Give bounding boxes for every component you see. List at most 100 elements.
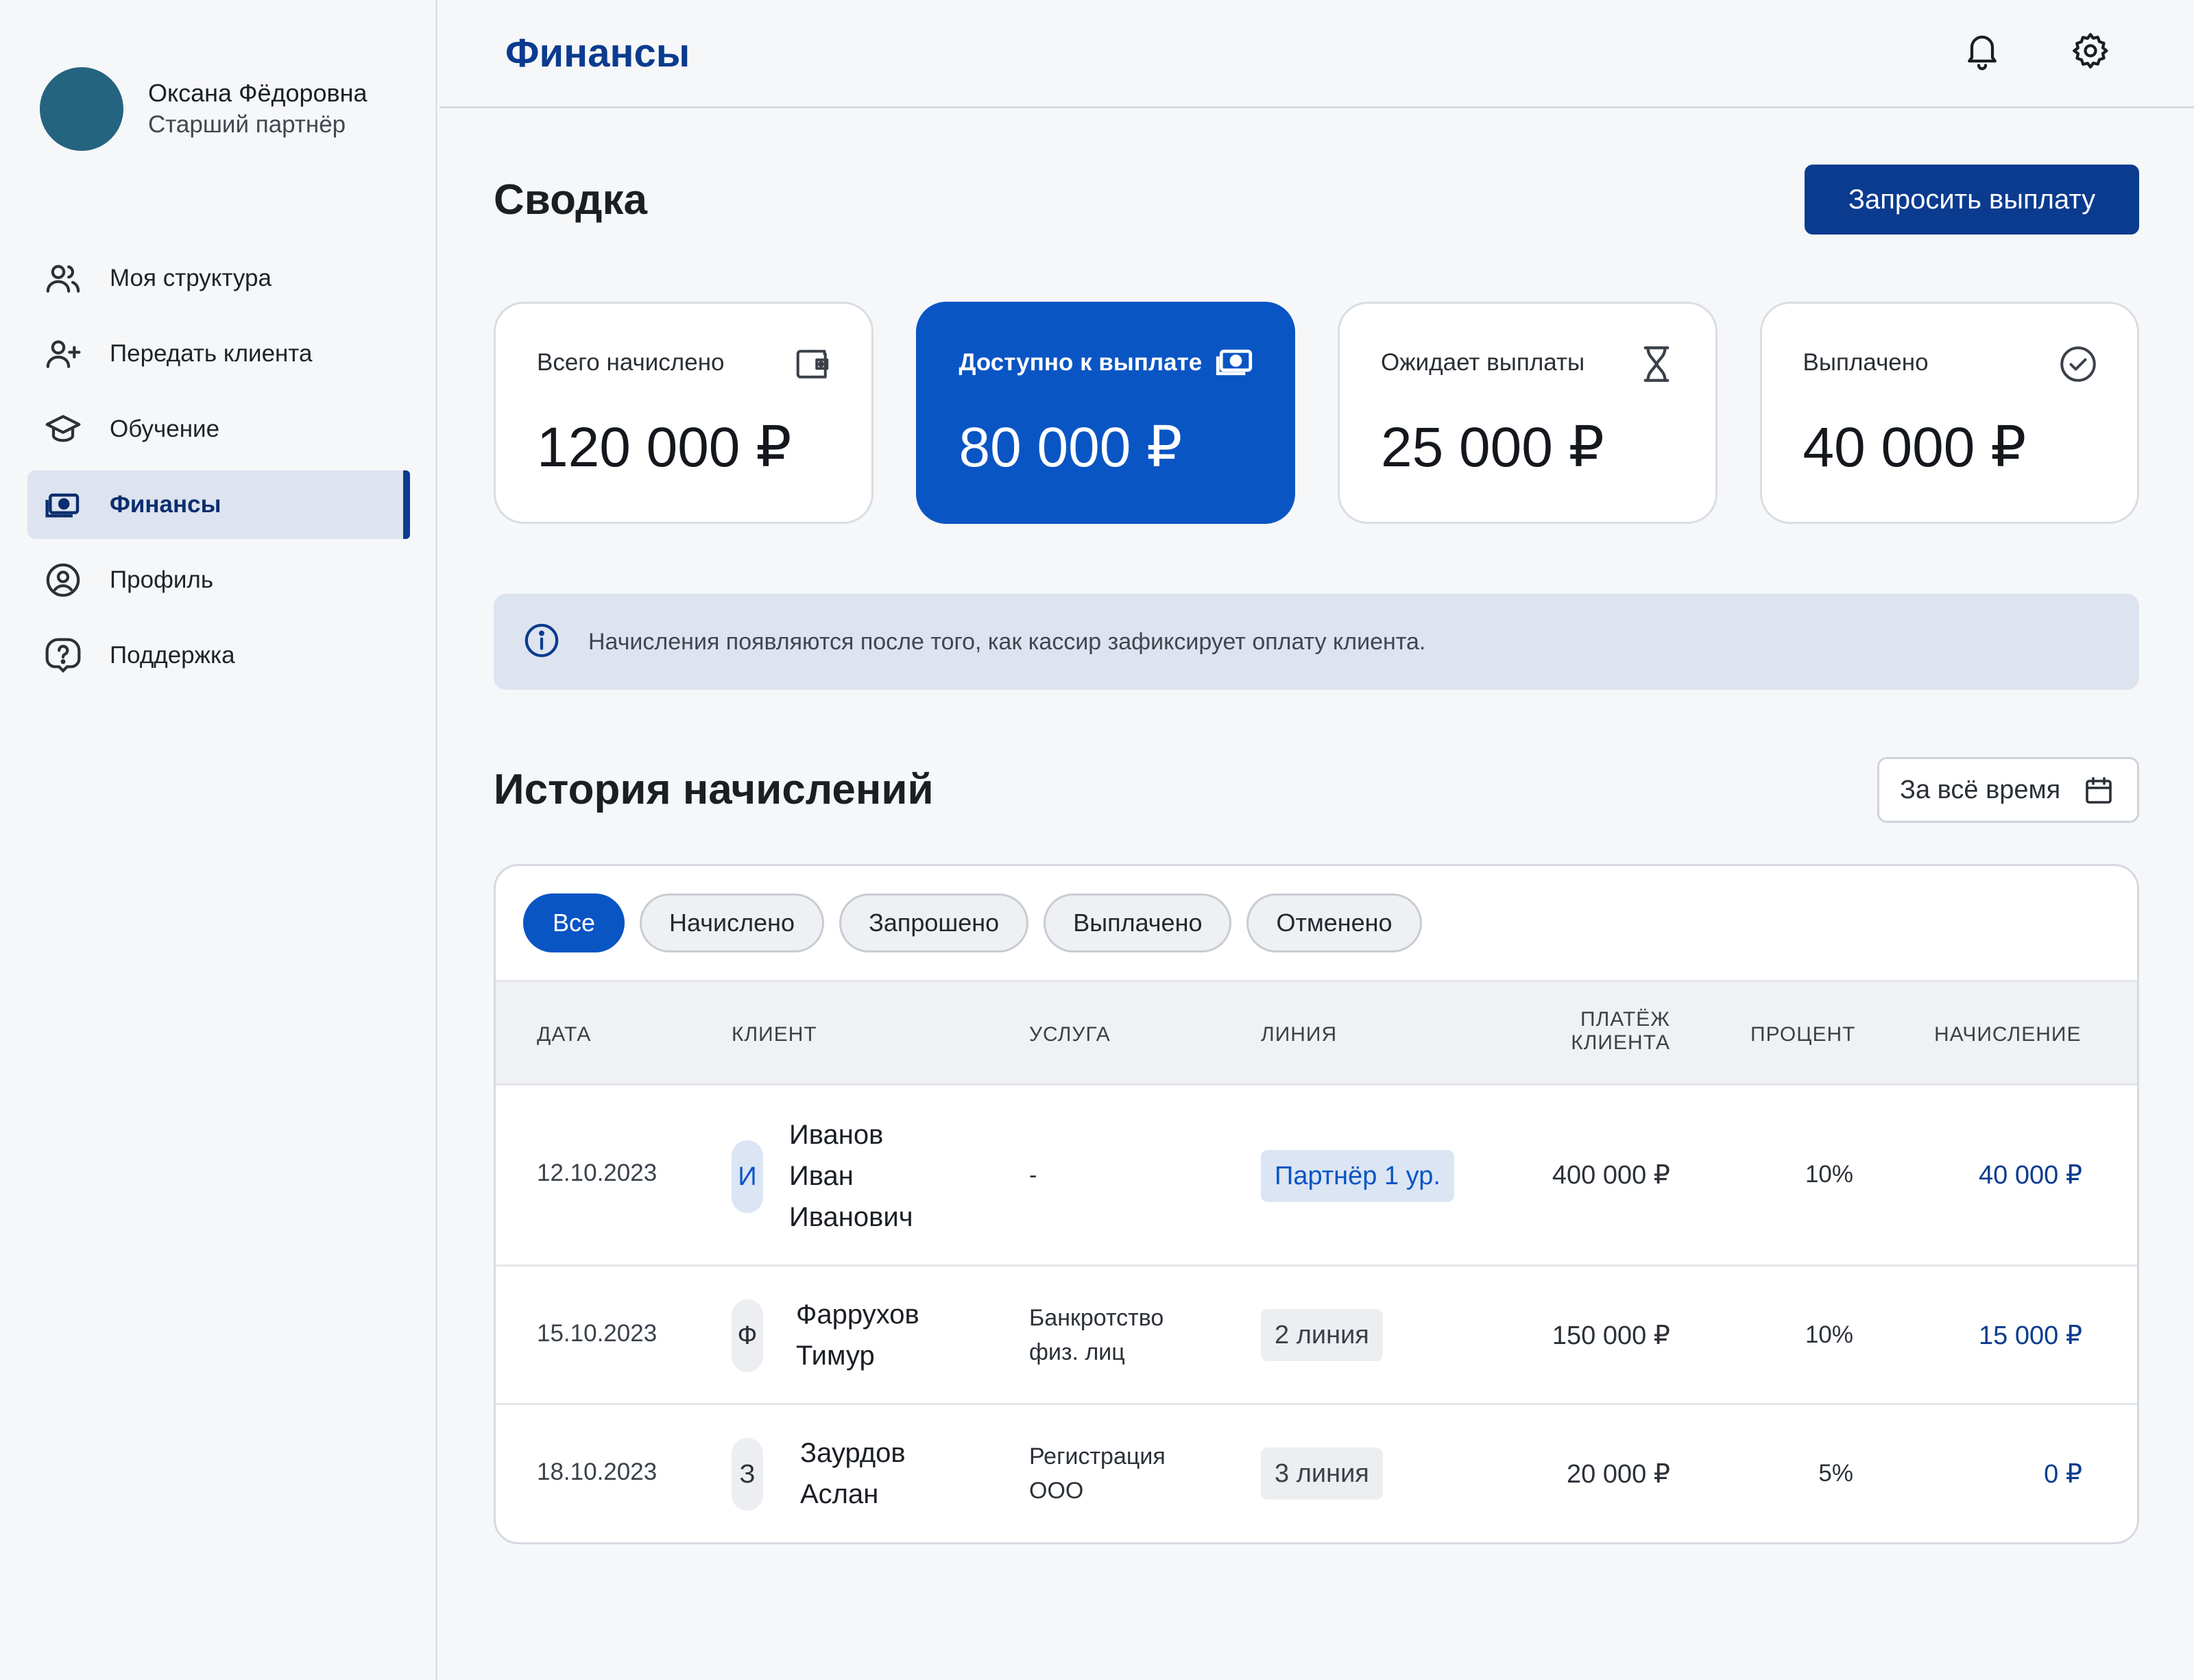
sidebar-item-label: Обучение [110,416,220,442]
column-client-payment[interactable]: ПЛАТЁЖ КЛИЕНТА [1571,1008,1670,1055]
card-label: Выплачено [1803,349,1929,376]
filter-paid[interactable]: Выплачено [1044,893,1232,952]
line-tag: 2 линия [1261,1309,1383,1361]
sidebar-item-profile[interactable]: Профиль [27,546,410,614]
sidebar-item-transfer-client[interactable]: Передать клиента [27,320,410,388]
row-service-line: Регистрация [1029,1443,1166,1469]
row-payment: 20 000 ₽ [1567,1460,1670,1489]
card-paid-out: Выплачено 40 000 ₽ [1759,302,2139,524]
row-accrual: 0 ₽ [2044,1460,2082,1489]
client-name: Фаррухов Тимур [796,1294,919,1376]
user-block[interactable]: Оксана Фёдоровна Старший партнёр [40,67,367,151]
filter-requested[interactable]: Запрошено [839,893,1029,952]
period-label: За всё время [1900,775,2061,804]
info-icon [522,621,561,663]
summary-title: Сводка [494,176,647,224]
sidebar: Оксана Фёдоровна Старший партнёр Моя стр… [0,0,437,1680]
info-text: Начисления появляются после того, как ка… [588,628,1426,655]
info-banner: Начисления появляются после того, как ка… [494,594,2139,690]
client-name-line: Иванович [789,1202,913,1232]
wallet-icon [792,344,833,385]
status-filters: Все Начислено Запрошено Выплачено Отмене… [523,893,1422,952]
card-total-accrued: Всего начислено 120 000 ₽ [494,302,873,524]
sidebar-item-label: Моя структура [110,265,272,291]
table-row[interactable]: 12.10.2023 И Иванов Иван Иванович - Парт… [496,1085,2137,1267]
filter-cancelled[interactable]: Отменено [1246,893,1422,952]
client-initial-badge: Ф [732,1299,763,1372]
client-initial-badge: З [732,1438,763,1511]
row-percent: 5% [1818,1460,1853,1487]
row-service: - [1029,1162,1037,1188]
card-label: Всего начислено [537,349,725,376]
line-tag: Партнёр 1 ур. [1261,1150,1454,1202]
user-circle-icon [43,560,84,601]
client-name: Иванов Иван Иванович [789,1114,913,1238]
calendar-icon [2086,777,2112,804]
column-client[interactable]: КЛИЕНТ [732,1023,817,1046]
row-service: Банкротство физ. лиц [1029,1301,1164,1369]
row-accrual: 40 000 ₽ [1979,1161,2082,1190]
summary-cards: Всего начислено 120 000 ₽ Доступно к вып… [494,302,2139,524]
graduation-cap-icon [43,409,84,450]
row-payment: 400 000 ₽ [1552,1161,1670,1190]
filter-all[interactable]: Все [523,893,625,952]
sidebar-item-training[interactable]: Обучение [27,395,410,464]
card-available-payout: Доступно к выплате 80 000 ₽ [915,302,1295,524]
row-percent: 10% [1805,1321,1853,1348]
row-service-line: Банкротство [1029,1305,1164,1331]
period-select[interactable]: За всё время [1877,757,2139,823]
sidebar-item-label: Финансы [110,491,221,518]
table-row[interactable]: 18.10.2023 З Заурдов Аслан Регистрация О… [496,1405,2137,1542]
money-icon [1214,344,1255,385]
table-row[interactable]: 15.10.2023 Ф Фаррухов Тимур Банкротство … [496,1267,2137,1405]
row-date: 18.10.2023 [537,1459,658,1485]
client-name-line: Иванов [789,1120,884,1150]
client-name-line: Иван [789,1161,854,1191]
card-value: 80 000 ₽ [959,416,1183,479]
row-accrual: 15 000 ₽ [1979,1321,2082,1350]
money-icon [43,484,84,525]
card-pending-payout: Ожидает выплаты 25 000 ₽ [1338,302,1717,524]
card-value: 25 000 ₽ [1381,416,1604,479]
bell-icon[interactable] [1957,26,2007,75]
row-service: Регистрация ООО [1029,1439,1166,1508]
row-percent: 10% [1805,1161,1853,1188]
row-date: 12.10.2023 [537,1160,658,1186]
card-value: 40 000 ₽ [1803,416,2027,479]
client-name-line: Заурдов [800,1438,906,1468]
column-service[interactable]: УСЛУГА [1029,1023,1111,1046]
column-client-payment-line1: ПЛАТЁЖ [1580,1008,1670,1031]
users-icon [43,258,84,299]
client-name: Заурдов Аслан [800,1432,906,1515]
top-header: Финансы [439,0,2194,108]
column-date[interactable]: ДАТА [537,1023,591,1046]
gear-icon[interactable] [2066,26,2115,75]
sidebar-item-structure[interactable]: Моя структура [27,244,410,313]
client-name-line: Тимур [796,1341,875,1371]
sidebar-nav: Моя структура Передать клиента Обучение … [27,244,410,697]
sidebar-item-label: Профиль [110,566,214,593]
column-line[interactable]: ЛИНИЯ [1261,1023,1337,1046]
sidebar-item-label: Поддержка [110,642,235,669]
card-label: Доступно к выплате [959,349,1203,376]
column-client-payment-line2: КЛИЕНТА [1571,1031,1670,1054]
client-initial-badge: И [732,1140,763,1213]
column-percent[interactable]: ПРОЦЕНТ [1750,1023,1855,1046]
avatar[interactable] [40,67,123,151]
sidebar-item-finance[interactable]: Финансы [27,470,410,539]
user-plus-icon [43,333,84,374]
card-value: 120 000 ₽ [537,416,792,479]
client-name-line: Фаррухов [796,1299,919,1330]
client-name-line: Аслан [800,1479,879,1509]
user-role: Старший партнёр [148,111,346,138]
filter-accrued[interactable]: Начислено [640,893,825,952]
sidebar-item-support[interactable]: Поддержка [27,621,410,690]
page-title: Финансы [505,31,690,75]
card-label: Ожидает выплаты [1381,349,1585,376]
line-tag: 3 линия [1261,1448,1383,1500]
request-payout-button[interactable]: Запросить выплату [1805,165,2139,235]
column-accrual[interactable]: НАЧИСЛЕНИЕ [1934,1023,2082,1046]
row-service-line: ООО [1029,1478,1084,1504]
history-table: Все Начислено Запрошено Выплачено Отмене… [494,864,2139,1544]
hourglass-icon [1636,344,1677,385]
